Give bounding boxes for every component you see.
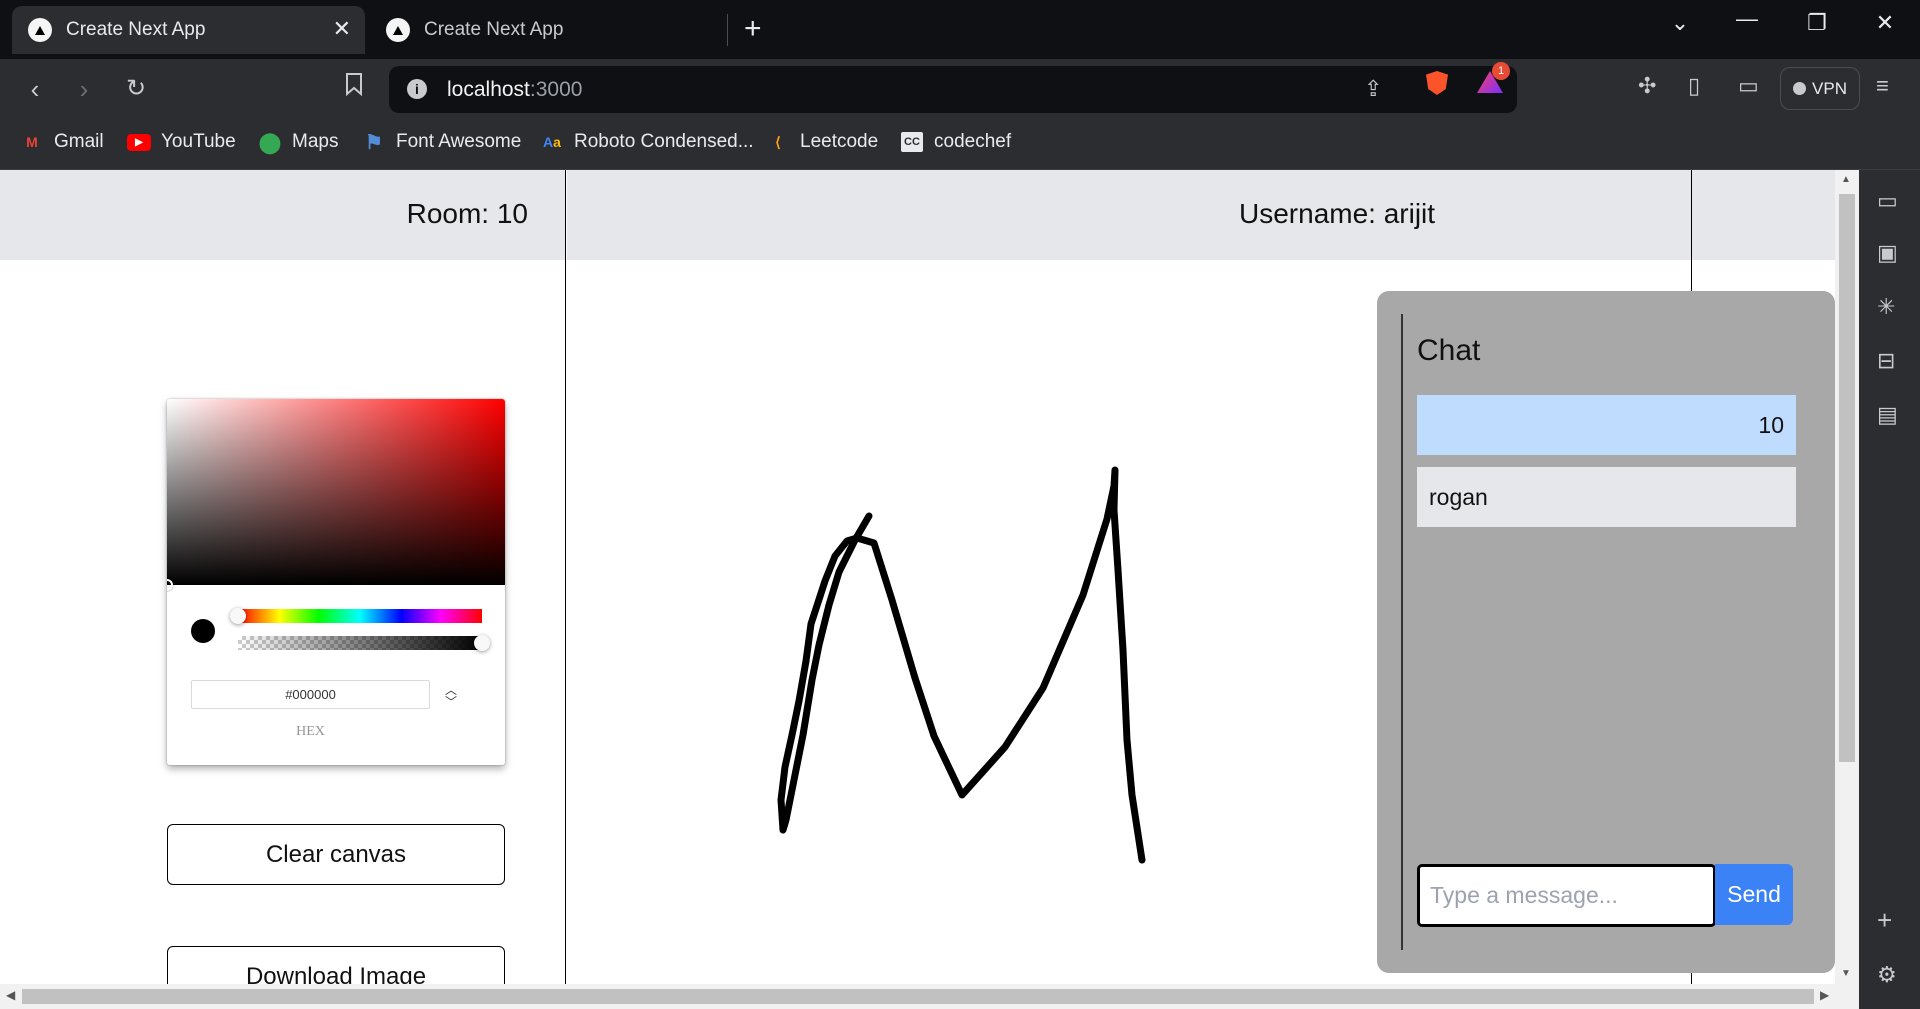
bookmarks-bar: M Gmail ▶ YouTube ⬤ Maps ⚑ Font Awesome … — [0, 120, 1920, 170]
browser-sidebar: ▭ ▣ ✳ ⊟ ▤ + ⚙ — [1859, 170, 1920, 1009]
bookmark-gmail[interactable]: M Gmail — [20, 131, 103, 153]
chat-message-other: rogan — [1417, 467, 1796, 527]
drawn-stroke — [777, 466, 1146, 864]
nextjs-favicon-icon — [28, 18, 52, 42]
rewards-badge: 1 — [1492, 62, 1510, 80]
color-picker[interactable]: HEX ︿﹀ — [167, 399, 505, 765]
bookmark-icon[interactable] — [336, 72, 372, 106]
horizontal-scroll-thumb[interactable] — [22, 989, 1814, 1004]
vpn-label: VPN — [1812, 78, 1847, 98]
hex-input[interactable] — [191, 680, 430, 709]
send-button[interactable]: Send — [1715, 864, 1793, 925]
vertical-scrollbar[interactable]: ▲ ▼ — [1835, 170, 1859, 984]
room-header: Room: 10 — [0, 170, 565, 260]
codechef-icon: CC — [900, 132, 924, 152]
leetcode-icon: ⟨ — [775, 133, 781, 150]
maps-icon: ⬤ — [258, 131, 282, 154]
nextjs-favicon-icon — [386, 18, 410, 42]
clear-canvas-button[interactable]: Clear canvas — [167, 824, 505, 885]
address-bar[interactable]: i localhost:3000 ⇪ — [389, 66, 1517, 113]
browser-toolbar: ‹ › ↻ i localhost:3000 ⇪ 1 ✣ ▯ ▭ VPN ≡ — [0, 59, 1920, 120]
format-toggle-icon[interactable]: ︿ ﹀ — [445, 684, 457, 708]
url-text[interactable]: localhost:3000 — [447, 78, 582, 102]
google-fonts-icon: Aa — [543, 134, 561, 150]
restore-icon[interactable]: ❐ — [1797, 10, 1837, 36]
hue-slider-handle[interactable] — [230, 608, 246, 624]
hex-label: HEX — [296, 724, 325, 739]
flag-icon: ⚑ — [365, 131, 383, 154]
share-icon[interactable]: ⇪ — [1364, 76, 1382, 102]
alpha-slider-handle[interactable] — [474, 635, 490, 651]
window-close-icon[interactable]: ✕ — [1865, 10, 1905, 36]
scroll-right-icon[interactable]: ▶ — [1820, 988, 1829, 1002]
add-sidebar-item-icon[interactable]: + — [1877, 905, 1892, 936]
bookmark-roboto[interactable]: Aa Roboto Condensed... — [540, 131, 754, 153]
chat-panel: Chat 10 rogan Send — [1377, 291, 1835, 973]
tab-title: Create Next App — [66, 19, 206, 40]
vertical-scroll-thumb[interactable] — [1839, 194, 1855, 762]
message-input[interactable] — [1417, 864, 1716, 927]
wallet-icon[interactable]: ▭ — [1738, 73, 1759, 99]
tab-title: Create Next App — [424, 19, 564, 40]
leo-ai-icon[interactable]: ✳ — [1877, 294, 1895, 320]
bookmark-codechef[interactable]: CC codechef — [900, 131, 1011, 153]
scroll-down-icon[interactable]: ▼ — [1841, 968, 1851, 979]
back-icon[interactable]: ‹ — [17, 72, 53, 106]
reload-icon[interactable]: ↻ — [118, 72, 154, 106]
youtube-icon: ▶ — [127, 132, 151, 152]
bookmark-maps[interactable]: ⬤ Maps — [258, 131, 339, 154]
color-swatch — [191, 619, 215, 643]
tab-close-icon[interactable]: ✕ — [333, 18, 351, 40]
room-label: Room: 10 — [406, 198, 528, 229]
forward-icon[interactable]: › — [66, 72, 102, 106]
vpn-status-icon — [1793, 82, 1807, 95]
bookmark-leetcode[interactable]: ⟨ Leetcode — [766, 131, 878, 153]
menu-icon[interactable]: ≡ — [1876, 73, 1889, 99]
minimize-icon[interactable]: — — [1727, 6, 1767, 32]
bookmarks-sidebar-icon[interactable]: ⊟ — [1877, 348, 1895, 374]
extensions-icon[interactable]: ✣ — [1638, 73, 1656, 99]
username-label: Username: arijit — [1239, 198, 1436, 229]
tab-separator — [727, 14, 728, 46]
sidebar-settings-icon[interactable]: ⚙ — [1877, 962, 1897, 988]
page-viewport: Room: 10 Username: arijit HEX ︿﹀ Clear c… — [0, 170, 1835, 984]
video-call-icon[interactable]: ▭ — [1877, 188, 1898, 214]
saturation-area[interactable] — [167, 399, 505, 585]
alpha-slider[interactable] — [238, 636, 482, 650]
new-tab-icon[interactable]: + — [744, 12, 762, 46]
tab-strip: Create Next App ✕ Create Next App + ⌄ — … — [0, 0, 1920, 59]
vpn-button[interactable]: VPN — [1780, 67, 1860, 110]
scroll-left-icon[interactable]: ◀ — [6, 988, 15, 1002]
site-info-icon[interactable]: i — [407, 79, 427, 99]
panel-divider — [565, 170, 566, 984]
chat-border — [1401, 314, 1403, 950]
hue-slider[interactable] — [238, 609, 482, 623]
download-image-button[interactable]: Download Image — [167, 946, 505, 984]
gmail-icon: M — [26, 134, 38, 150]
tab-inactive[interactable]: Create Next App — [372, 6, 725, 54]
username-header: Username: arijit — [567, 170, 1835, 260]
chat-message-own: 10 — [1417, 395, 1796, 455]
scroll-up-icon[interactable]: ▲ — [1841, 174, 1851, 185]
wallet-sidebar-icon[interactable]: ▣ — [1877, 240, 1898, 266]
sidebar-toggle-icon[interactable]: ▯ — [1688, 73, 1700, 99]
horizontal-scrollbar[interactable]: ◀ ▶ — [0, 984, 1859, 1009]
bookmark-youtube[interactable]: ▶ YouTube — [127, 131, 236, 153]
tab-search-chevron-icon[interactable]: ⌄ — [1660, 10, 1700, 36]
chat-title: Chat — [1417, 334, 1481, 367]
tab-active[interactable]: Create Next App ✕ — [12, 6, 365, 54]
reading-list-icon[interactable]: ▤ — [1877, 402, 1898, 428]
bookmark-font-awesome[interactable]: ⚑ Font Awesome — [362, 131, 521, 154]
